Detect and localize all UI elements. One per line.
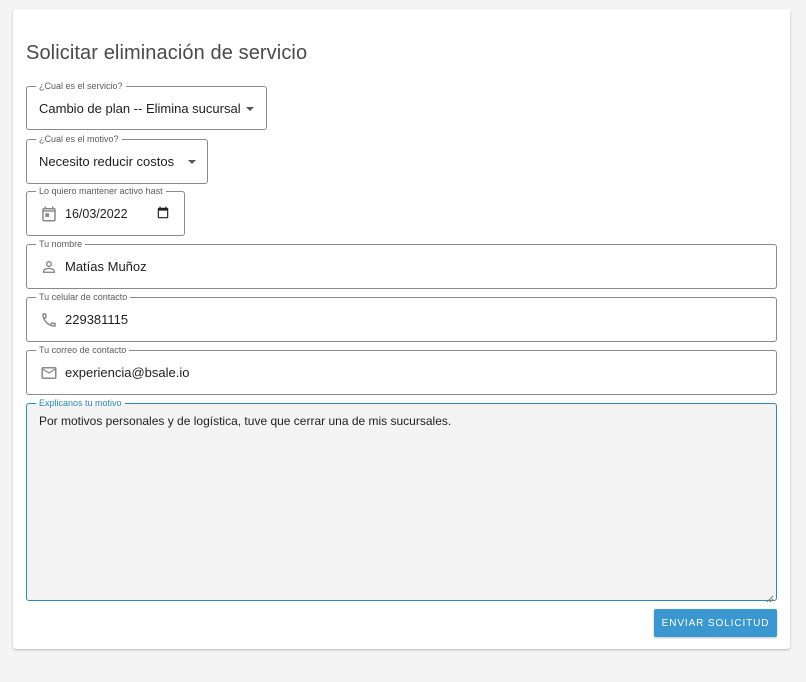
name-field-value: Matías Muñoz: [65, 259, 147, 274]
person-icon: [40, 258, 58, 276]
caret-down-icon[interactable]: [188, 160, 196, 164]
phone-field-value: 229381115: [65, 312, 129, 327]
service-select-label: ¿Cual es el servicio?: [36, 81, 126, 91]
reason-select-value: Necesito reducir costos: [39, 154, 175, 169]
form-card: Solicitar eliminación de servicio ¿Cual …: [13, 9, 790, 649]
email-field[interactable]: Tu correo de contacto experiencia@bsale.…: [26, 345, 777, 395]
email-field-label: Tu correo de contacto: [36, 345, 130, 355]
reason-select[interactable]: ¿Cual es el motivo? Necesito reducir cos…: [26, 134, 208, 184]
name-field-label: Tu nombre: [36, 239, 86, 249]
explanation-textarea-label: Explicanos tu motivo: [36, 398, 125, 408]
name-field[interactable]: Tu nombre Matías Muñoz: [26, 239, 777, 289]
submit-request-button[interactable]: ENVIAR SOLICITUD: [654, 609, 777, 637]
keep-active-date-value: 16/03/2022: [65, 207, 128, 221]
keep-active-date-field[interactable]: Lo quiero mantener activo hast 16/03/202…: [26, 186, 185, 236]
resize-handle-icon[interactable]: [766, 590, 774, 603]
service-select[interactable]: ¿Cual es el servicio? Cambio de plan -- …: [26, 81, 267, 130]
reason-select-label: ¿Cual es el motivo?: [36, 134, 122, 144]
explanation-textarea-value: Por motivos personales y de logística, t…: [39, 414, 452, 428]
mail-icon: [40, 364, 58, 382]
date-picker-icon[interactable]: [156, 206, 170, 220]
email-field-value: experiencia@bsale.io: [65, 365, 190, 380]
phone-icon: [40, 311, 58, 329]
explanation-textarea[interactable]: Explicanos tu motivo Por motivos persona…: [26, 398, 777, 603]
service-select-value: Cambio de plan -- Elimina sucursal: [39, 101, 241, 116]
calendar-icon: [40, 205, 58, 223]
phone-field-label: Tu celular de contacto: [36, 292, 131, 302]
phone-field[interactable]: Tu celular de contacto 229381115: [26, 292, 777, 342]
keep-active-date-label: Lo quiero mantener activo hast: [36, 186, 166, 196]
caret-down-icon[interactable]: [246, 107, 254, 111]
page-title: Solicitar eliminación de servicio: [26, 42, 308, 64]
